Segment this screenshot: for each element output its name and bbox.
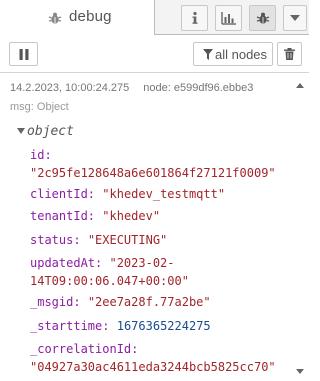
- property-value: "EXECUTING": [87, 233, 168, 247]
- bug-icon: [48, 12, 62, 24]
- filter-label: all nodes: [215, 47, 268, 62]
- property-starttime: _starttime: 1676365224275: [30, 317, 211, 335]
- property-value: "khedev": [102, 209, 161, 223]
- filter-nodes-button[interactable]: all nodes: [193, 42, 273, 66]
- message-timestamp: 14.2.2023, 10:00:24.275: [10, 82, 130, 94]
- scroll-up-arrow-icon[interactable]: [296, 83, 304, 88]
- property-clientId: clientId: "khedev_testmqtt": [30, 185, 225, 203]
- property-msgid: _msgid: "2ee7a28f.77a2be": [30, 293, 211, 311]
- property-value-line1: "2023-02-: [109, 256, 175, 270]
- sidebar-menu-button[interactable]: [283, 5, 307, 31]
- debug-message-list[interactable]: 14.2.2023, 10:00:24.275 node: e599df96.eb…: [0, 74, 309, 381]
- property-id: id: "2c95fe128648a6e601864f27121f0009": [30, 146, 276, 182]
- object-label: object: [27, 124, 74, 139]
- property-value: "2ee7a28f.77a2be": [87, 295, 211, 309]
- chart-tab-button[interactable]: [215, 5, 242, 31]
- trash-icon: [284, 48, 295, 60]
- property-status: status: "EXECUTING": [30, 231, 167, 249]
- property-key: clientId:: [30, 187, 96, 201]
- property-value: "khedev_testmqtt": [102, 187, 226, 201]
- property-updatedAt: updatedAt: "2023-02- 14T09:00:06.047+00:…: [30, 254, 189, 290]
- caret-down-icon: [17, 128, 25, 134]
- filter-icon: [203, 49, 213, 60]
- property-value-line2: 14T09:00:06.047+00:00": [30, 274, 189, 288]
- property-value: "2c95fe128648a6e601864f27121f0009": [30, 166, 276, 180]
- property-key: _correlationId:: [30, 342, 139, 356]
- property-key: _msgid:: [30, 295, 81, 309]
- property-value: 1676365224275: [116, 319, 211, 333]
- scroll-down-arrow-icon[interactable]: [296, 369, 304, 374]
- debug-toolbar: all nodes: [0, 36, 309, 73]
- bar-chart-icon: [220, 12, 236, 25]
- info-icon: [192, 11, 197, 24]
- pause-button[interactable]: [9, 42, 38, 66]
- property-tenantId: tenantId: "khedev": [30, 207, 160, 225]
- property-key: updatedAt:: [30, 256, 103, 270]
- info-tab-button[interactable]: [181, 5, 208, 31]
- property-key: id:: [30, 148, 52, 162]
- tab-debug-label: debug: [69, 8, 112, 25]
- debug-sidebar: debug all nodes 14.2.2023, 10:00:24.275 …: [0, 0, 309, 381]
- pause-icon: [19, 48, 28, 60]
- property-value: "04927a30ac4611eda3244bcb5825cc70": [30, 360, 276, 374]
- property-key: _starttime:: [30, 319, 110, 333]
- tab-debug[interactable]: debug: [0, 0, 155, 35]
- message-meta: 14.2.2023, 10:00:24.275 node: e599df96.eb…: [10, 82, 253, 94]
- bug-icon: [256, 12, 269, 24]
- debug-tab-button[interactable]: [249, 5, 276, 31]
- property-correlationId: _correlationId: "04927a30ac4611eda3244bc…: [30, 340, 276, 376]
- property-key: status:: [30, 233, 81, 247]
- sidebar-tab-bar: debug: [0, 0, 309, 35]
- clear-messages-button[interactable]: [277, 42, 302, 66]
- property-key: tenantId:: [30, 209, 96, 223]
- message-node-link[interactable]: node: e599df96.ebbe3: [143, 82, 253, 94]
- message-type: msg: Object: [10, 101, 69, 113]
- caret-down-icon: [290, 15, 300, 21]
